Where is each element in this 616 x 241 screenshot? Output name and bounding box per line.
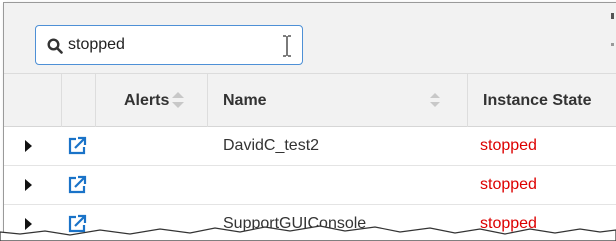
torn-edge <box>0 225 616 241</box>
